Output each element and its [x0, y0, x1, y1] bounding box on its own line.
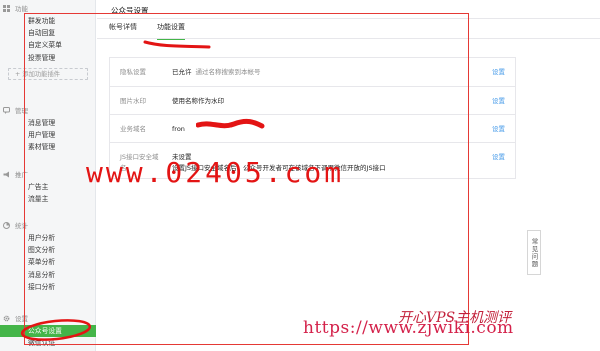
- watermark-site: https://www.zjwiki.com: [303, 318, 514, 338]
- js-domain-settings-link[interactable]: 设置: [492, 152, 505, 163]
- sidebar-item-custom-menu[interactable]: 自定义菜单: [0, 39, 96, 51]
- gear-icon: [3, 315, 10, 322]
- sidebar-item-account-settings[interactable]: 公众号设置: [0, 325, 96, 338]
- chart-icon: [3, 221, 10, 229]
- sidebar-group-header: 管理: [0, 103, 96, 117]
- sidebar-item-message-analysis[interactable]: 消息分析: [0, 269, 96, 281]
- sidebar-group-settings: 设置 公众号设置 微信认证: [0, 311, 96, 349]
- watermark-url: www.02405.com: [86, 156, 345, 189]
- setting-status: 已允许: [172, 68, 192, 76]
- privacy-settings-link[interactable]: 设置: [492, 67, 505, 78]
- sidebar-item-advertiser[interactable]: 广告主: [0, 181, 96, 193]
- setting-row-privacy: 隐私设置 已允许 通过名称搜索到本帐号 设置: [110, 58, 515, 86]
- sidebar-item-materials[interactable]: 素材管理: [0, 141, 96, 153]
- message-icon: [3, 106, 10, 114]
- sidebar-group-header: 设置: [0, 311, 96, 325]
- sidebar-item-mass-send[interactable]: 群发功能: [0, 15, 96, 27]
- megaphone-icon: [3, 171, 10, 178]
- sidebar-group-title: 功能: [15, 5, 28, 13]
- sidebar-item-publisher[interactable]: 流量主: [0, 193, 96, 205]
- sidebar-group-title: 推广: [15, 171, 28, 179]
- sidebar-group-title: 设置: [15, 315, 28, 323]
- setting-value: 使用名称作为水印: [172, 97, 224, 105]
- faq-button[interactable]: 常见问题: [527, 230, 541, 275]
- sidebar-item-menu-analysis[interactable]: 菜单分析: [0, 256, 96, 268]
- sidebar: 功能 群发功能 自动回复 自定义菜单 投票管理 + 添加功能插件 管理 消息管理…: [0, 0, 96, 351]
- setting-label: 隐私设置: [120, 68, 146, 76]
- sidebar-item-auto-reply[interactable]: 自动回复: [0, 27, 96, 39]
- divider: [97, 38, 600, 39]
- sidebar-item-messages[interactable]: 消息管理: [0, 117, 96, 129]
- sidebar-group-features: 功能 群发功能 自动回复 自定义菜单 投票管理 + 添加功能插件: [0, 1, 96, 83]
- setting-row-watermark: 图片水印 使用名称作为水印 设置: [110, 86, 515, 114]
- sidebar-item-user-analysis[interactable]: 用户分析: [0, 232, 96, 244]
- sidebar-item-users[interactable]: 用户管理: [0, 129, 96, 141]
- sidebar-group-statistics: 统计 用户分析 图文分析 菜单分析 消息分析 接口分析: [0, 218, 96, 293]
- sidebar-group-header: 推广: [0, 167, 96, 181]
- setting-label: 业务域名: [120, 125, 146, 133]
- watermark-settings-link[interactable]: 设置: [492, 96, 505, 107]
- setting-row-business-domain: 业务域名 fron 设置: [110, 114, 515, 142]
- sidebar-group-header: 功能: [0, 1, 96, 15]
- sidebar-group-promotion: 推广 广告主 流量主: [0, 167, 96, 205]
- setting-value: fron: [172, 125, 185, 133]
- sidebar-group-title: 管理: [15, 107, 28, 115]
- setting-label: 图片水印: [120, 97, 146, 105]
- page-title: 公众号设置: [111, 6, 149, 15]
- add-plugin-button[interactable]: + 添加功能插件: [8, 67, 88, 80]
- sidebar-group-header: 统计: [0, 218, 96, 232]
- business-domain-settings-link[interactable]: 设置: [492, 124, 505, 135]
- setting-value: 已允许 通过名称搜索到本帐号: [172, 67, 261, 78]
- setting-description: 通过名称搜索到本帐号: [195, 68, 261, 76]
- sidebar-group-title: 统计: [15, 222, 28, 230]
- grid-icon: [3, 4, 10, 12]
- sidebar-group-management: 管理 消息管理 用户管理 素材管理: [0, 103, 96, 154]
- sidebar-item-wechat-verification[interactable]: 微信认证: [0, 337, 96, 349]
- sidebar-item-article-analysis[interactable]: 图文分析: [0, 244, 96, 256]
- sidebar-item-vote[interactable]: 投票管理: [0, 52, 96, 64]
- divider: [97, 18, 600, 19]
- sidebar-item-api-analysis[interactable]: 接口分析: [0, 281, 96, 293]
